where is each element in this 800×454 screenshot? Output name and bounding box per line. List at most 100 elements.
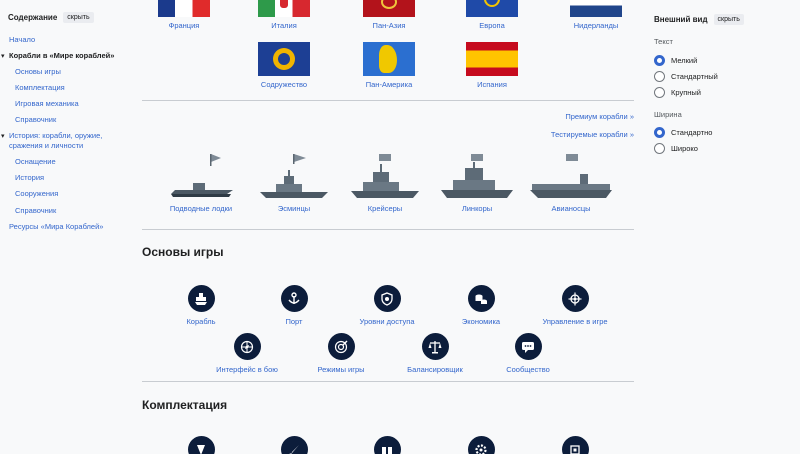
- radio-label: Крупный: [671, 88, 701, 97]
- spain-flag-icon: [466, 42, 518, 76]
- equipment-item-2[interactable]: [249, 436, 339, 454]
- nation-label: Пан-Америка: [365, 80, 413, 89]
- divider: [142, 381, 634, 382]
- ship-type-cruisers[interactable]: Крейсеры: [342, 150, 428, 213]
- basics-economy[interactable]: Экономика: [436, 285, 526, 326]
- radio-button[interactable]: [654, 71, 665, 82]
- destroyer-icon: [260, 154, 328, 198]
- radio-label: Стандартный: [671, 72, 718, 81]
- chip-icon: [561, 436, 589, 454]
- container-icon: [373, 436, 401, 454]
- radio-button[interactable]: [654, 143, 665, 154]
- basics-community[interactable]: Сообщество: [483, 333, 573, 374]
- toc-item-resources[interactable]: Ресурсы «Мира Кораблей»: [9, 222, 103, 232]
- radio-button[interactable]: [654, 87, 665, 98]
- toc-title: Содержание: [8, 13, 58, 22]
- radio-text-standard[interactable]: Стандартный: [654, 71, 718, 82]
- radio-width-standard[interactable]: Стандартно: [654, 127, 712, 138]
- text-size-label: Текст: [654, 37, 673, 46]
- toc-item-history-sub[interactable]: История: [15, 173, 44, 183]
- basics-ship[interactable]: Корабль: [156, 285, 246, 326]
- equipment-item-3[interactable]: [342, 436, 432, 454]
- toc-item-outfit[interactable]: Оснащение: [15, 157, 56, 167]
- section-title-basics: Основы игры: [142, 245, 224, 259]
- test-ships-link[interactable]: Тестируемые корабли »: [551, 130, 634, 139]
- premium-ships-link[interactable]: Премиум корабли »: [565, 112, 634, 121]
- helm-icon: [561, 285, 589, 312]
- basics-label: Уровни доступа: [359, 317, 415, 326]
- chevron-down-icon[interactable]: ▾: [1, 132, 5, 140]
- radio-width-wide[interactable]: Широко: [654, 143, 698, 154]
- ship-type-label: Крейсеры: [367, 204, 403, 213]
- ship-type-submarines[interactable]: Подводные лодки: [158, 150, 244, 213]
- ship-type-battleships[interactable]: Линкоры: [434, 150, 520, 213]
- nation-france[interactable]: Франция: [154, 0, 214, 30]
- toc-hide-button[interactable]: скрыть: [63, 12, 94, 23]
- carrier-icon: [530, 154, 612, 198]
- basics-balancer[interactable]: Балансировщик: [390, 333, 480, 374]
- toc-item-reference-2[interactable]: Справочник: [15, 206, 56, 216]
- radio-text-large[interactable]: Крупный: [654, 87, 701, 98]
- equipment-item-1[interactable]: [156, 436, 246, 454]
- radio-button[interactable]: [654, 127, 665, 138]
- nation-netherlands[interactable]: Нидерланды: [566, 0, 626, 30]
- section-title-equipment: Комплектация: [142, 398, 228, 412]
- equipment-item-4[interactable]: [436, 436, 526, 454]
- france-flag-icon: [158, 0, 210, 17]
- basics-label: Режимы игры: [317, 365, 365, 374]
- main-content: Франция Италия Пан-Азия Европа Нидерланд…: [142, 0, 634, 454]
- ship-type-carriers[interactable]: Авианосцы: [528, 150, 614, 213]
- submarine-icon: [171, 154, 233, 197]
- toc-header: Содержание скрыть: [8, 12, 132, 23]
- chevron-down-icon[interactable]: ▾: [1, 52, 5, 60]
- netherlands-flag-icon: [570, 0, 622, 17]
- radio-label: Мелкий: [671, 56, 698, 65]
- anchor-icon: [280, 285, 308, 312]
- rocket-icon: [280, 436, 308, 454]
- ship-type-label: Подводные лодки: [169, 204, 233, 213]
- cruiser-icon: [351, 154, 419, 198]
- nation-commonwealth[interactable]: Содружество: [254, 42, 314, 89]
- basics-levels[interactable]: Уровни доступа: [342, 285, 432, 326]
- pan-america-flag-icon: [363, 42, 415, 76]
- basics-port[interactable]: Порт: [249, 285, 339, 326]
- target-icon: [327, 333, 355, 360]
- basics-label: Управление в игре: [542, 317, 608, 326]
- divider: [142, 229, 634, 230]
- ship-type-label: Эсминцы: [277, 204, 311, 213]
- toc-item-reference[interactable]: Справочник: [15, 115, 56, 125]
- coins-icon: [467, 285, 495, 312]
- shield-icon: [373, 285, 401, 312]
- basics-label: Экономика: [461, 317, 501, 326]
- toc-item-history-cont[interactable]: сражения и личности: [9, 141, 83, 151]
- appearance-hide-button[interactable]: скрыть: [713, 14, 744, 25]
- italy-flag-icon: [258, 0, 310, 17]
- equipment-item-5[interactable]: [530, 436, 620, 454]
- radio-button[interactable]: [654, 55, 665, 66]
- toc-item-structures[interactable]: Сооружения: [15, 189, 58, 199]
- appearance-panel: Внешний вид скрыть: [648, 0, 800, 454]
- toc-item-ships[interactable]: Корабли в «Мире кораблей»: [9, 51, 114, 61]
- basics-modes[interactable]: Режимы игры: [296, 333, 386, 374]
- nation-pan-america[interactable]: Пан-Америка: [359, 42, 419, 89]
- radio-label: Широко: [671, 144, 698, 153]
- basics-battle-ui[interactable]: Интерфейс в бою: [202, 333, 292, 374]
- gear-icon: [467, 436, 495, 454]
- basics-label: Порт: [285, 317, 303, 326]
- ship-type-label: Линкоры: [461, 204, 493, 213]
- nation-label: Пан-Азия: [372, 21, 406, 30]
- nation-europe[interactable]: Европа: [462, 0, 522, 30]
- basics-controls[interactable]: Управление в игре: [530, 285, 620, 326]
- radio-text-small[interactable]: Мелкий: [654, 55, 697, 66]
- nation-italy[interactable]: Италия: [254, 0, 314, 30]
- toc-item-start[interactable]: Начало: [9, 35, 35, 45]
- nation-pan-asia[interactable]: Пан-Азия: [359, 0, 419, 30]
- toc-item-basics[interactable]: Основы игры: [15, 67, 61, 77]
- nation-spain[interactable]: Испания: [462, 42, 522, 89]
- toc-item-history[interactable]: История: корабли, оружие,: [9, 131, 102, 141]
- toc-item-equipment[interactable]: Комплектация: [15, 83, 65, 93]
- nation-label: Содружество: [260, 80, 308, 89]
- scales-icon: [421, 333, 449, 360]
- ship-type-destroyers[interactable]: Эсминцы: [251, 150, 337, 213]
- toc-item-mechanics[interactable]: Игровая механика: [15, 99, 79, 109]
